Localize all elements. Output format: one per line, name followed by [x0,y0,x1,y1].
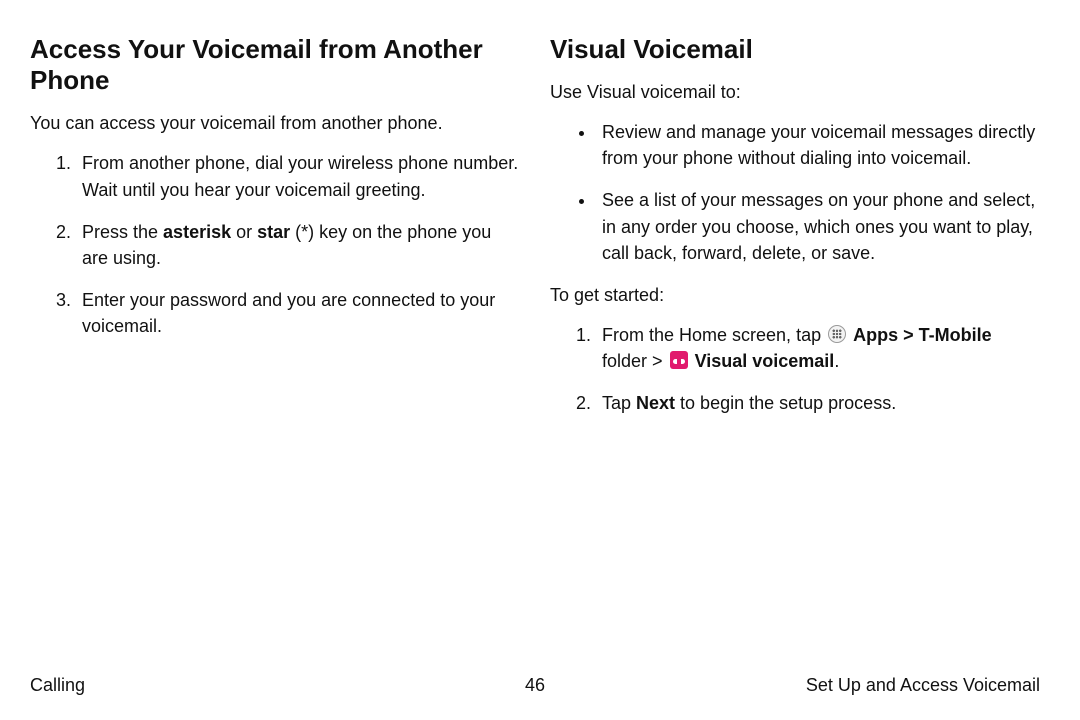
text: to begin the setup process. [675,393,896,413]
manual-page: Access Your Voicemail from Another Phone… [0,0,1080,720]
text: or [231,222,257,242]
left-title: Access Your Voicemail from Another Phone [30,34,520,96]
tmobile-label: T-Mobile [919,325,992,345]
footer-right: Set Up and Access Voicemail [806,675,1040,696]
left-step-3: Enter your password and you are connecte… [76,287,520,339]
right-bullet-1: Review and manage your voicemail message… [596,119,1040,171]
asterisk-label: asterisk [163,222,231,242]
right-intro: Use Visual voicemail to: [550,79,1040,105]
two-column-layout: Access Your Voicemail from Another Phone… [30,34,1040,432]
get-started-label: To get started: [550,282,1040,308]
visual-voicemail-icon [670,351,688,369]
right-step-1: From the Home screen, tap Apps > T-Mobil… [596,322,1040,374]
left-intro: You can access your voicemail from anoth… [30,110,520,136]
text: . [834,351,839,371]
footer-left: Calling [30,675,85,696]
text: Press the [82,222,163,242]
chevron-icon: > [898,325,919,345]
text: Tap [602,393,636,413]
text: folder > [602,351,668,371]
right-column: Visual Voicemail Use Visual voicemail to… [550,34,1040,432]
star-label: star [257,222,290,242]
right-step-2: Tap Next to begin the setup process. [596,390,1040,416]
left-step-1: From another phone, dial your wireless p… [76,150,520,202]
right-steps: From the Home screen, tap Apps > T-Mobil… [550,322,1040,416]
page-number: 46 [525,675,545,696]
left-steps: From another phone, dial your wireless p… [30,150,520,339]
right-bullets: Review and manage your voicemail message… [550,119,1040,265]
apps-label: Apps [853,325,898,345]
left-column: Access Your Voicemail from Another Phone… [30,34,520,432]
right-title: Visual Voicemail [550,34,1040,65]
visual-voicemail-label: Visual voicemail [695,351,835,371]
text: From the Home screen, tap [602,325,826,345]
left-step-2: Press the asterisk or star (*) key on th… [76,219,520,271]
next-label: Next [636,393,675,413]
right-bullet-2: See a list of your messages on your phon… [596,187,1040,265]
apps-icon [828,325,846,343]
page-footer: Calling 46 Set Up and Access Voicemail [30,675,1040,696]
